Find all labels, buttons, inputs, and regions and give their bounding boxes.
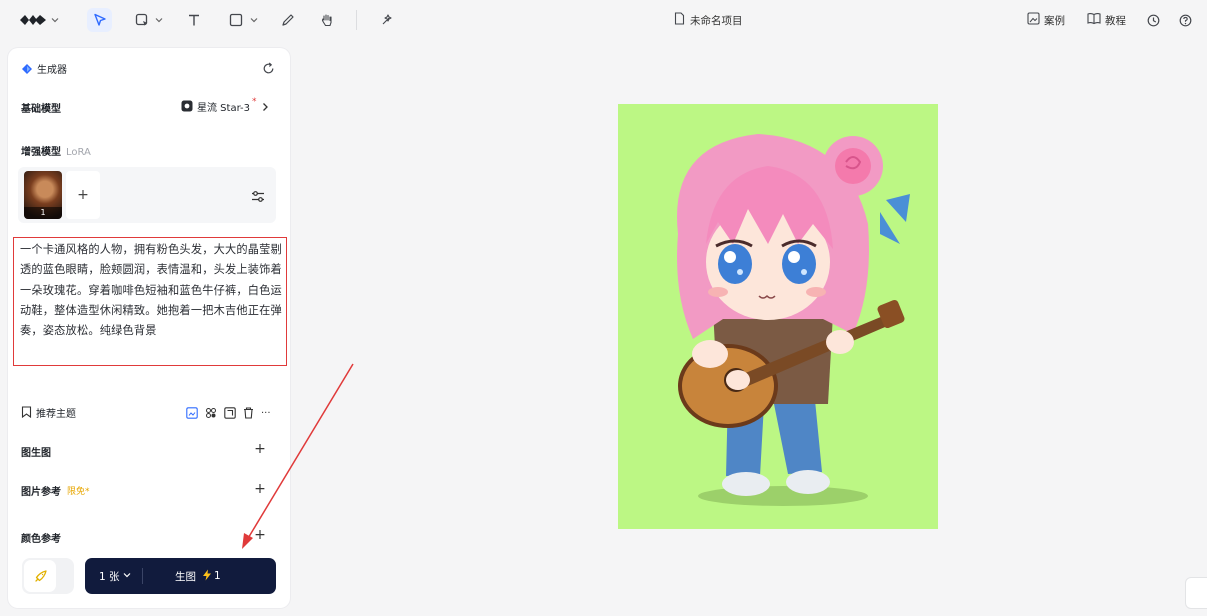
zoom-control[interactable]: [1185, 577, 1207, 609]
hand-tool-button[interactable]: [317, 10, 337, 30]
palette-icon[interactable]: [205, 404, 217, 423]
logo-menu-button[interactable]: [18, 10, 60, 30]
recommend-label: 推荐主题: [36, 409, 76, 420]
file-icon: [674, 12, 685, 28]
lora-count-badge: 1: [24, 207, 62, 219]
quick-generate-toggle[interactable]: [22, 558, 74, 594]
lora-thumbnail[interactable]: 1: [24, 171, 62, 219]
lora-header: 增强模型 LoRA: [21, 143, 91, 158]
rocket-icon: [24, 560, 56, 592]
trash-icon[interactable]: [243, 404, 254, 423]
pen-tool-button[interactable]: [278, 10, 298, 30]
cursor-icon: [93, 13, 107, 27]
hand-icon: [320, 13, 334, 27]
base-model-label: 基础模型: [21, 104, 61, 115]
chevron-down-icon: [123, 570, 131, 582]
document-title[interactable]: 未命名项目: [674, 11, 743, 29]
generate-label: 生图: [175, 570, 196, 583]
recommend-theme-button[interactable]: 推荐主题: [21, 403, 76, 422]
toolbar-divider: [356, 10, 357, 30]
anime-girl-guitar-illustration: [677, 134, 910, 506]
diamond-icon: [21, 60, 33, 79]
panel-title: 生成器: [37, 65, 67, 76]
image-ref-header: 图片参考 限免*: [21, 483, 90, 498]
shape-tool-button[interactable]: [224, 10, 262, 30]
prompt-text: 一个卡通风格的人物，拥有粉色头发，大大的晶莹剔透的蓝色眼睛，脸颊圆润，表情温和，…: [20, 243, 282, 338]
frame-tool-button[interactable]: [131, 10, 167, 30]
magic-tool-button[interactable]: [377, 10, 397, 30]
image-ref-label: 图片参考: [21, 487, 61, 498]
img2img-add-button[interactable]: +: [253, 441, 267, 457]
book-icon: [1087, 12, 1101, 28]
lora-row: 1 +: [18, 167, 276, 223]
lora-add-button[interactable]: +: [66, 171, 100, 219]
clock-icon: [1147, 14, 1160, 27]
frame-icon: [135, 13, 149, 27]
sliders-icon[interactable]: [251, 188, 265, 207]
select-tool-button[interactable]: [87, 8, 112, 32]
base-model-value: 星流 Star-3: [197, 102, 251, 114]
image-ref-badge: 限免*: [67, 487, 90, 497]
magic-icon: [380, 13, 394, 27]
lora-sublabel: LoRA: [66, 147, 91, 158]
img2img-label: 图生图: [21, 448, 51, 459]
image-count-dropdown[interactable]: 1 张: [99, 558, 131, 594]
gallery-icon: [1027, 12, 1040, 28]
prompt-actions: ···: [186, 404, 271, 423]
history-button[interactable]: [1144, 11, 1162, 29]
base-model-badge: *: [252, 97, 257, 107]
canvas-generated-image[interactable]: [618, 104, 938, 529]
pen-icon: [281, 13, 295, 27]
square-icon: [229, 13, 243, 27]
image-count-label: 1 张: [99, 570, 120, 583]
refresh-icon[interactable]: [262, 60, 275, 79]
cases-link[interactable]: 案例: [1027, 11, 1065, 29]
lora-label: 增强模型: [21, 147, 61, 158]
chevron-down-icon: [155, 16, 163, 24]
generate-cost: 1: [202, 569, 221, 584]
help-icon: [1179, 14, 1192, 27]
bookmark-icon: [21, 403, 32, 422]
color-ref-label: 颜色参考: [21, 534, 61, 545]
cases-label: 案例: [1044, 14, 1065, 27]
color-ref-add-button[interactable]: +: [253, 527, 267, 543]
text-icon: [187, 13, 201, 27]
chevron-down-icon: [250, 16, 258, 24]
generate-cost-value: 1: [214, 570, 221, 582]
text-tool-button[interactable]: [184, 10, 204, 30]
tutorial-label: 教程: [1105, 14, 1126, 27]
prompt-textarea[interactable]: 一个卡通风格的人物，拥有粉色头发，大大的晶莹剔透的蓝色眼睛，脸颊圆润，表情温和，…: [13, 237, 287, 366]
image-ref-add-button[interactable]: +: [253, 481, 267, 497]
tutorial-link[interactable]: 教程: [1087, 11, 1126, 29]
crop-icon[interactable]: [224, 404, 236, 423]
document-title-text: 未命名项目: [690, 14, 743, 27]
help-button[interactable]: [1176, 11, 1194, 29]
chevron-down-icon: [51, 16, 59, 24]
model-icon: [181, 97, 193, 116]
logo-icon: [19, 12, 47, 28]
base-model-selector[interactable]: 星流 Star-3 *: [181, 97, 269, 115]
image-add-icon[interactable]: [186, 404, 198, 423]
generate-bar: 1 张 生图 1: [85, 558, 276, 594]
top-toolbar: 未命名项目 案例 教程: [0, 0, 1207, 40]
chevron-right-icon: [261, 97, 269, 116]
more-options-button[interactable]: ···: [261, 408, 271, 419]
bolt-icon: [202, 569, 212, 584]
generate-divider: [142, 568, 143, 584]
generate-button[interactable]: 生图 1: [175, 558, 221, 594]
